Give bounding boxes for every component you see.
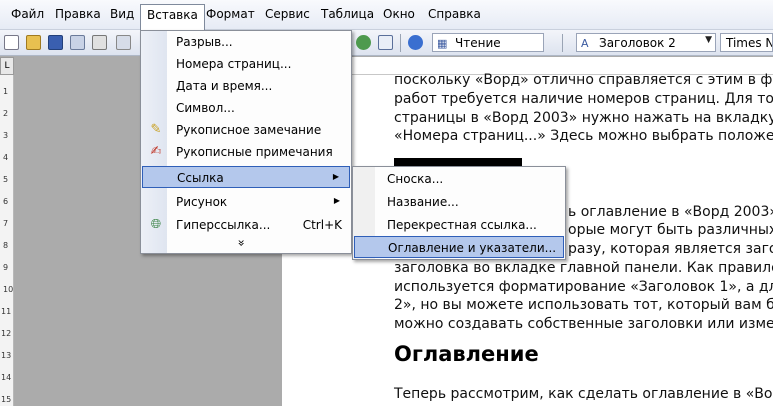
text-line: «Номера страниц...» Здесь можно выбрать … <box>394 128 773 144</box>
menu-item-ink-comments[interactable]: ✍ Рукописные примечания <box>142 141 350 163</box>
reference-submenu: Сноска... Название... Перекрестная ссылк… <box>352 166 566 260</box>
ruler-number: 5 <box>3 175 9 184</box>
submenu-arrow-icon: ▶ <box>333 196 340 205</box>
menu-table[interactable]: Таблица <box>321 7 374 21</box>
menu-item-shortcut: Ctrl+K <box>302 218 342 232</box>
menu-bar: Файл Правка Вид Вставка Формат Сервис Та… <box>0 0 773 31</box>
standard-toolbar: ▦ Чтение A Заголовок 2 ▼ Times Ne <box>0 30 773 56</box>
text-line: используется форматирование «Заголовок 1… <box>394 279 773 295</box>
ruler-number: 15 <box>1 395 12 404</box>
new-document-icon[interactable] <box>4 35 19 50</box>
reading-mode-button[interactable]: ▦ Чтение <box>432 33 544 52</box>
pen-note-icon: ✍ <box>150 144 162 159</box>
ruler-number: 14 <box>1 373 12 382</box>
globe-icon: 🌐︎ <box>150 217 162 232</box>
text-line: поскольку «Ворд» отлично справляется с э… <box>394 72 773 88</box>
ruler-number: 11 <box>1 307 12 316</box>
ruler-number: 7 <box>3 219 9 228</box>
toolbar-separator <box>400 34 401 52</box>
text-line: ь оглавление в «Ворд 2003», <box>568 204 773 220</box>
style-select-value: Заголовок 2 <box>599 36 676 50</box>
menu-edit[interactable]: Правка <box>55 7 101 21</box>
menu-item-footnote[interactable]: Сноска... <box>354 168 564 190</box>
menu-expand-button[interactable]: » <box>142 234 350 256</box>
table-icon[interactable] <box>378 35 393 50</box>
text-line: работ требуется наличие номеров страниц.… <box>394 91 773 107</box>
ruler-number: 4 <box>3 153 9 162</box>
menu-item-label: Дата и время... <box>176 79 273 93</box>
menu-item-cross-reference[interactable]: Перекрестная ссылка... <box>354 214 564 236</box>
menu-tools[interactable]: Сервис <box>265 7 310 21</box>
print-preview-icon[interactable] <box>116 35 131 50</box>
ruler-number: 10 <box>3 285 14 294</box>
menu-format[interactable]: Формат <box>206 7 255 21</box>
menu-item-caption[interactable]: Название... <box>354 191 564 213</box>
text-line: можно создавать собственные заголовки ил… <box>394 316 773 332</box>
reading-mode-label: Чтение <box>455 36 501 50</box>
text-line: Теперь рассмотрим, как сделать оглавлени… <box>394 386 773 402</box>
ruler-number: 8 <box>3 241 9 250</box>
vertical-ruler[interactable]: 1 2 3 4 5 6 7 8 9 10 11 12 13 14 15 <box>0 57 14 406</box>
ruler-number: 3 <box>3 131 9 140</box>
submenu-arrow-icon: ▶ <box>332 172 339 181</box>
toolbar-separator <box>562 34 563 52</box>
text-line: заголовка во вкладке главной панели. Как… <box>394 260 773 276</box>
menu-item-break[interactable]: Разрыв... <box>142 31 350 53</box>
menu-item-reference[interactable]: Ссылка ▶ <box>142 166 350 188</box>
font-select-value: Times Ne <box>726 36 772 50</box>
menu-item-label: Оглавление и указатели... <box>388 241 557 255</box>
menu-item-hyperlink[interactable]: 🌐︎ Гиперссылка... Ctrl+K <box>142 214 350 236</box>
menu-view[interactable]: Вид <box>110 7 134 21</box>
permission-icon[interactable] <box>70 35 85 50</box>
chevron-down-icon[interactable]: ▼ <box>705 35 712 45</box>
font-select[interactable]: Times Ne <box>720 33 773 52</box>
menu-item-label: Перекрестная ссылка... <box>387 218 537 232</box>
menu-item-label: Номера страниц... <box>176 57 292 71</box>
menu-item-label: Гиперссылка... <box>176 218 271 232</box>
web-globe-icon[interactable] <box>356 35 371 50</box>
menu-item-label: Название... <box>387 195 459 209</box>
menu-item-index-and-tables[interactable]: Оглавление и указатели... <box>354 236 564 258</box>
ruler-number: 2 <box>3 109 9 118</box>
ruler-number: 12 <box>1 329 12 338</box>
menu-item-label: Разрыв... <box>176 35 233 49</box>
menu-item-symbol[interactable]: Символ... <box>142 97 350 119</box>
ruler-number: 1 <box>3 87 9 96</box>
menu-insert[interactable]: Вставка <box>140 4 205 31</box>
ruler-number: 13 <box>1 351 12 360</box>
menu-file[interactable]: Файл <box>11 7 44 21</box>
menu-item-label: Символ... <box>176 101 235 115</box>
menu-item-label: Рукописное замечание <box>176 123 322 137</box>
ruler-number: 6 <box>3 197 9 206</box>
document-heading: Оглавление <box>394 342 539 366</box>
menu-item-label: Рукописные примечания <box>176 145 333 159</box>
open-folder-icon[interactable] <box>26 35 41 50</box>
text-line: орые могут быть различных <box>568 222 773 238</box>
menu-item-ink-annotation[interactable]: ✎ Рукописное замечание <box>142 119 350 141</box>
ruler-number: 9 <box>3 263 9 272</box>
text-line: разу, которая является загол <box>568 241 773 257</box>
menu-item-label: Ссылка <box>177 171 224 185</box>
menu-item-label: Сноска... <box>387 172 444 186</box>
print-icon[interactable] <box>92 35 107 50</box>
help-icon[interactable] <box>408 35 423 50</box>
tab-selector[interactable]: L <box>0 57 14 75</box>
menu-window[interactable]: Окно <box>383 7 415 21</box>
style-icon: A <box>581 37 589 50</box>
text-line: страницы в «Ворд 2003» нужно нажать на в… <box>394 110 773 126</box>
text-line: 2», но вы можете использовать тот, котор… <box>394 297 773 313</box>
save-icon[interactable] <box>48 35 63 50</box>
menu-item-date-time[interactable]: Дата и время... <box>142 75 350 97</box>
style-select[interactable]: A Заголовок 2 ▼ <box>576 33 716 52</box>
insert-menu: Разрыв... Номера страниц... Дата и время… <box>140 30 352 254</box>
menu-help[interactable]: Справка <box>428 7 481 21</box>
menu-item-picture[interactable]: Рисунок ▶ <box>142 191 350 213</box>
reading-icon: ▦ <box>437 37 448 50</box>
menu-item-page-numbers[interactable]: Номера страниц... <box>142 53 350 75</box>
menu-item-label: Рисунок <box>176 195 228 209</box>
double-chevron-down-icon: » <box>234 239 249 247</box>
pen-icon: ✎ <box>150 122 162 137</box>
